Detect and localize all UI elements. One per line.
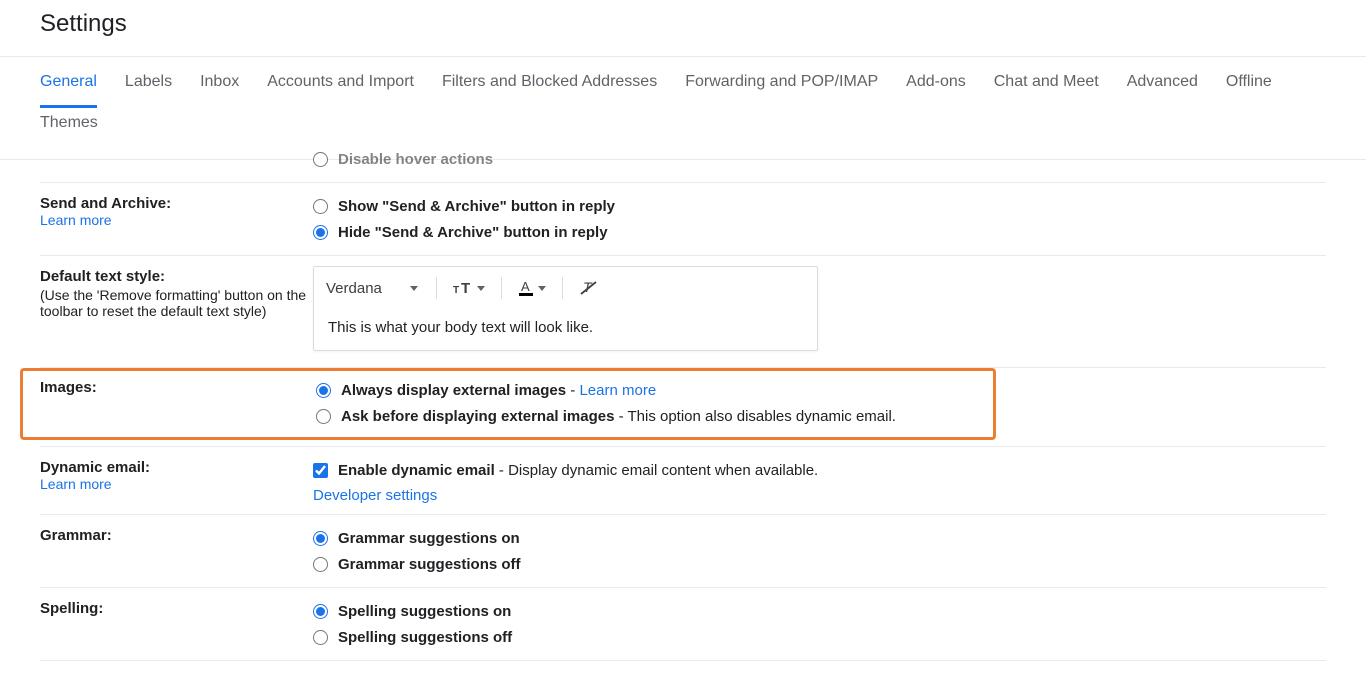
label-images-ask[interactable]: Ask before displaying external images - … bbox=[341, 408, 896, 425]
font-size-dropdown[interactable]: TT bbox=[447, 276, 491, 300]
default-style-sub: (Use the 'Remove formatting' button on t… bbox=[40, 287, 313, 319]
row-grammar: Grammar: Grammar suggestions on Grammar … bbox=[40, 515, 1326, 588]
text-color-icon: A bbox=[518, 279, 534, 297]
remove-formatting-button[interactable]: T bbox=[573, 275, 605, 301]
page-title: Settings bbox=[40, 10, 1366, 38]
text-size-icon: TT bbox=[453, 280, 473, 296]
spelling-title: Spelling: bbox=[40, 600, 313, 617]
label-send-archive-show[interactable]: Show "Send & Archive" button in reply bbox=[338, 198, 615, 215]
radio-send-archive-hide[interactable] bbox=[313, 225, 328, 240]
images-highlight: Images: Always display external images -… bbox=[20, 368, 996, 440]
label-spelling-on[interactable]: Spelling suggestions on bbox=[338, 603, 511, 620]
label-images-always[interactable]: Always display external images - Learn m… bbox=[341, 382, 656, 399]
toolbar-separator bbox=[562, 277, 563, 299]
row-spelling: Spelling: Spelling suggestions on Spelli… bbox=[40, 588, 1326, 661]
remove-formatting-icon: T bbox=[579, 279, 599, 297]
label-disable-hover[interactable]: Disable hover actions bbox=[338, 151, 493, 168]
text-style-card: Verdana TT A bbox=[313, 266, 818, 351]
settings-content: Disable hover actions Send and Archive: … bbox=[0, 159, 1366, 661]
grammar-title: Grammar: bbox=[40, 527, 313, 544]
font-family-value: Verdana bbox=[326, 280, 382, 297]
send-archive-learn-more-link[interactable]: Learn more bbox=[40, 212, 313, 228]
radio-images-ask[interactable] bbox=[316, 409, 331, 424]
label-spelling-off[interactable]: Spelling suggestions off bbox=[338, 629, 512, 646]
tab-addons[interactable]: Add-ons bbox=[906, 57, 966, 108]
row-dynamic-email: Dynamic email: Learn more Enable dynamic… bbox=[40, 447, 1326, 515]
svg-text:T: T bbox=[583, 279, 593, 295]
radio-send-archive-show[interactable] bbox=[313, 199, 328, 214]
tab-advanced[interactable]: Advanced bbox=[1127, 57, 1198, 108]
radio-spelling-off[interactable] bbox=[313, 630, 328, 645]
row-send-archive: Send and Archive: Learn more Show "Send … bbox=[40, 183, 1326, 256]
chevron-down-icon bbox=[477, 286, 485, 291]
tab-accounts[interactable]: Accounts and Import bbox=[267, 57, 414, 108]
label-send-archive-hide[interactable]: Hide "Send & Archive" button in reply bbox=[338, 224, 608, 241]
radio-images-always[interactable] bbox=[316, 383, 331, 398]
send-archive-title: Send and Archive: bbox=[40, 195, 313, 212]
toolbar-separator bbox=[436, 277, 437, 299]
chevron-down-icon bbox=[538, 286, 546, 291]
svg-text:A: A bbox=[521, 279, 530, 294]
row-hover-actions: Disable hover actions bbox=[40, 146, 1326, 183]
chevron-down-icon bbox=[410, 286, 418, 291]
svg-text:T: T bbox=[453, 285, 459, 296]
images-learn-more-link[interactable]: Learn more bbox=[579, 382, 656, 399]
tab-general[interactable]: General bbox=[40, 57, 97, 108]
row-default-text-style: Default text style: (Use the 'Remove for… bbox=[40, 256, 1326, 368]
text-color-dropdown[interactable]: A bbox=[512, 275, 552, 301]
label-grammar-off[interactable]: Grammar suggestions off bbox=[338, 556, 521, 573]
tabs-nav: General Labels Inbox Accounts and Import… bbox=[0, 56, 1366, 159]
developer-settings-link[interactable]: Developer settings bbox=[313, 487, 437, 504]
tab-filters[interactable]: Filters and Blocked Addresses bbox=[442, 57, 657, 108]
dynamic-email-title: Dynamic email: bbox=[40, 459, 313, 476]
text-style-toolbar: Verdana TT A bbox=[314, 267, 817, 309]
tab-labels[interactable]: Labels bbox=[125, 57, 172, 108]
dynamic-email-learn-more-link[interactable]: Learn more bbox=[40, 476, 313, 492]
radio-grammar-on[interactable] bbox=[313, 531, 328, 546]
default-style-title: Default text style: bbox=[40, 268, 313, 285]
toolbar-separator bbox=[501, 277, 502, 299]
radio-grammar-off[interactable] bbox=[313, 557, 328, 572]
radio-spelling-on[interactable] bbox=[313, 604, 328, 619]
tab-offline[interactable]: Offline bbox=[1226, 57, 1272, 108]
checkbox-enable-dynamic-email[interactable] bbox=[313, 463, 328, 478]
tab-chat[interactable]: Chat and Meet bbox=[994, 57, 1099, 108]
text-style-preview: This is what your body text will look li… bbox=[314, 309, 817, 350]
label-grammar-on[interactable]: Grammar suggestions on bbox=[338, 530, 520, 547]
images-title: Images: bbox=[40, 379, 316, 396]
tab-themes[interactable]: Themes bbox=[40, 108, 98, 149]
radio-disable-hover[interactable] bbox=[313, 152, 328, 167]
label-enable-dynamic-email[interactable]: Enable dynamic email - Display dynamic e… bbox=[338, 462, 818, 479]
row-images: Images: Always display external images -… bbox=[40, 368, 1326, 440]
font-family-dropdown[interactable]: Verdana bbox=[326, 280, 426, 297]
tab-forwarding[interactable]: Forwarding and POP/IMAP bbox=[685, 57, 878, 108]
svg-text:T: T bbox=[461, 280, 470, 296]
tab-inbox[interactable]: Inbox bbox=[200, 57, 239, 108]
